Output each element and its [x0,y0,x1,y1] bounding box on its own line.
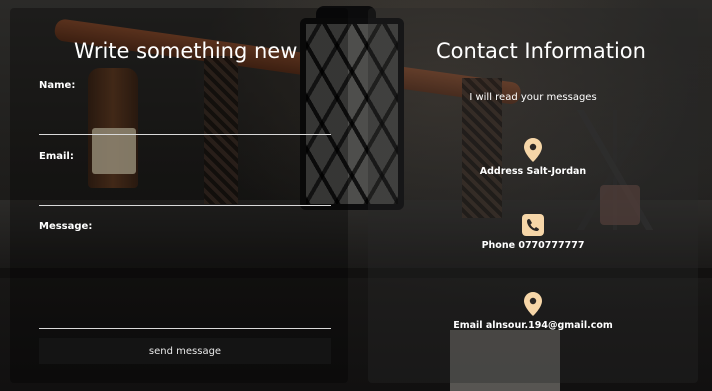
message-label: Message: [39,221,93,232]
contact-subtitle: I will read your messages [469,92,597,103]
email-text: Email alnsour.194@gmail.com [453,320,613,331]
form-title: Write something new [74,39,298,63]
contact-info-panel: Contact Information I will read your mes… [368,8,698,383]
map-pin-icon [524,292,542,316]
map-pin-icon [524,138,542,162]
phone-icon [522,214,544,236]
name-input[interactable] [39,112,331,135]
contact-title: Contact Information [436,39,646,63]
email-input[interactable] [39,183,331,206]
phone-item: Phone 0770777777 [368,214,698,251]
send-message-button[interactable]: send message [39,338,331,364]
email-label: Email: [39,151,74,162]
phone-text: Phone 0770777777 [481,240,585,251]
message-textarea[interactable] [39,236,331,329]
name-label: Name: [39,80,76,91]
address-text: Address Salt-Jordan [479,166,587,177]
email-item: Email alnsour.194@gmail.com [368,292,698,331]
contact-form-panel: Write something new Name: Email: Message… [10,8,348,383]
address-item: Address Salt-Jordan [368,138,698,177]
